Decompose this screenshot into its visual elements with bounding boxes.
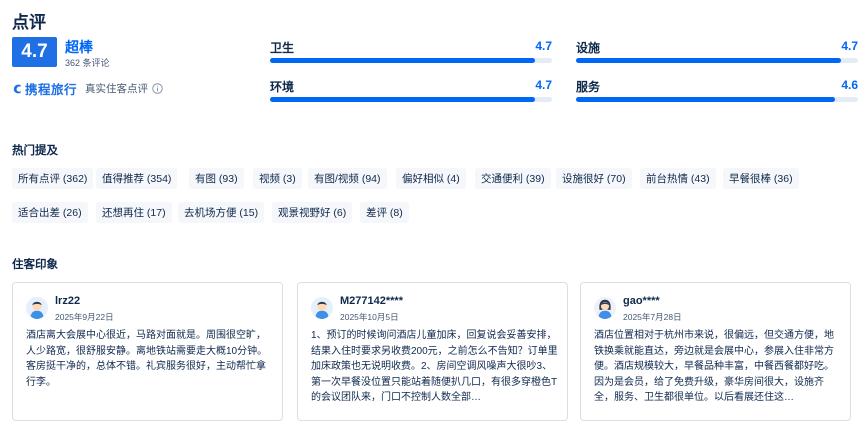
review-card[interactable]: lrz22 2025年9月22日 酒店离大会展中心很近，马路对面就是。周围很空旷… — [12, 282, 283, 421]
tag-video[interactable]: 视频 (3) — [253, 168, 302, 189]
score-word: 超棒 — [65, 39, 93, 55]
review-card[interactable]: gao**** 2025年7月28日 酒店位置相对于杭州市来说，很偏远，但交通方… — [580, 282, 851, 421]
review-date: 2025年7月28日 — [623, 312, 682, 322]
metric-value: 4.7 — [841, 39, 858, 53]
reviewer-name: M277142**** — [340, 295, 403, 307]
tag-friendly-front-desk[interactable]: 前台热情 (43) — [640, 168, 716, 189]
metric-value: 4.7 — [535, 39, 552, 53]
metric-value: 4.7 — [535, 78, 552, 92]
review-date: 2025年9月22日 — [55, 312, 114, 322]
tag-great-breakfast[interactable]: 早餐很棒 (36) — [723, 168, 799, 189]
tag-with-photos[interactable]: 有图 (93) — [189, 168, 244, 189]
tag-photo-video[interactable]: 有图/视频 (94) — [308, 168, 387, 189]
tag-convenient-transport[interactable]: 交通便利 (39) — [475, 168, 551, 189]
metric-track — [576, 58, 858, 63]
metric-fill — [270, 97, 536, 102]
info-icon[interactable] — [152, 82, 163, 94]
ctrip-logo-icon — [13, 84, 22, 93]
tag-stay-again[interactable]: 还想再住 (17) — [96, 202, 172, 223]
ctrip-logo: 携程旅行 — [12, 79, 77, 98]
overall-score-badge: 4.7 — [12, 37, 57, 67]
metric-label: 环境 — [270, 80, 295, 94]
review-count: 362 条评论 — [65, 58, 110, 68]
metric-track — [270, 97, 552, 102]
metric-label: 设施 — [576, 41, 601, 55]
hot-mentions-title: 热门提及 — [12, 145, 58, 157]
reviewer-name: lrz22 — [55, 295, 81, 307]
brand-row: 携程旅行 真实住客点评 — [12, 79, 163, 98]
review-date: 2025年10月5日 — [340, 312, 399, 322]
female-avatar-icon — [594, 297, 616, 319]
brand-name: 携程旅行 — [25, 82, 78, 97]
male-avatar-icon — [311, 297, 333, 319]
tag-airport-access[interactable]: 去机场方便 (15) — [178, 202, 265, 223]
brand-text: 真实住客点评 — [85, 82, 149, 95]
page-title: 点评 — [12, 13, 46, 32]
tag-negative-reviews[interactable]: 差评 (8) — [360, 202, 409, 223]
metric-fill — [270, 58, 536, 63]
guest-impressions-title: 住客印象 — [12, 259, 58, 271]
tag-recommended[interactable]: 值得推荐 (354) — [96, 168, 178, 189]
tag-similar-preference[interactable]: 偏好相似 (4) — [396, 168, 466, 189]
metric-label: 服务 — [576, 80, 601, 94]
tag-good-view[interactable]: 观景视野好 (6) — [272, 202, 353, 223]
male-avatar-icon — [26, 297, 48, 319]
tag-good-facilities[interactable]: 设施很好 (70) — [556, 168, 632, 189]
metric-fill — [576, 58, 842, 63]
metric-fill — [576, 97, 836, 102]
review-text: 1、预订的时候询问酒店儿童加床，回复说会妥善安排，结果入住时要求另收费200元，… — [311, 330, 558, 403]
metric-value: 4.6 — [841, 78, 858, 92]
review-card[interactable]: M277142**** 2025年10月5日 1、预订的时候询问酒店儿童加床，回… — [297, 282, 568, 421]
review-text: 酒店位置相对于杭州市来说，很偏远，但交通方便，地铁换乘就能直达，旁边就是会展中心… — [594, 330, 834, 403]
review-text: 酒店离大会展中心很近，马路对面就是。周围很空旷，人少路宽，很舒服安静。离地铁站需… — [26, 330, 268, 388]
metric-track — [576, 97, 858, 102]
metric-track — [270, 58, 552, 63]
metric-label: 卫生 — [270, 41, 295, 55]
tag-all-reviews[interactable]: 所有点评 (362) — [12, 168, 94, 189]
tag-business-trip[interactable]: 适合出差 (26) — [12, 202, 88, 223]
reviewer-name: gao**** — [623, 295, 660, 307]
